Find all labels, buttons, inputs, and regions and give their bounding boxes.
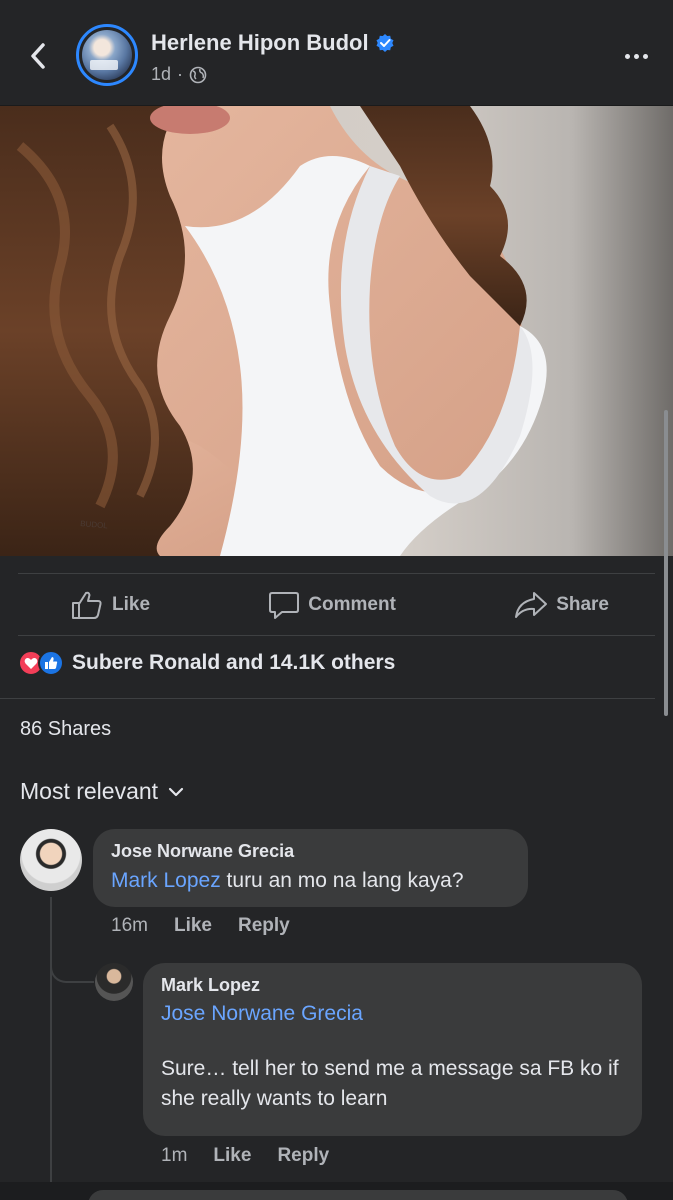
page-name-row[interactable]: Herlene Hipon Budol xyxy=(151,30,395,56)
more-options-button[interactable] xyxy=(620,40,652,72)
page-avatar[interactable] xyxy=(76,24,138,86)
comment-time[interactable]: 16m xyxy=(111,915,148,937)
reply-bubble[interactable]: Mark Lopez Jose Norwane Grecia Sure… tel… xyxy=(143,963,642,1136)
page-name[interactable]: Herlene Hipon Budol xyxy=(151,30,369,56)
share-arrow-icon xyxy=(515,591,548,618)
divider xyxy=(0,698,655,699)
back-button[interactable] xyxy=(22,36,54,76)
comment-meta: 16m Like Reply xyxy=(111,915,290,937)
sort-label: Most relevant xyxy=(20,778,159,804)
comment-label: Comment xyxy=(308,593,396,615)
reactions-text: Subere Ronald and 14.1K others xyxy=(72,651,396,674)
meta-separator: · xyxy=(177,64,184,84)
post-meta: 1d · xyxy=(151,64,207,85)
reply-author[interactable]: Mark Lopez xyxy=(161,975,624,996)
comment-button[interactable]: Comment xyxy=(268,590,396,620)
reply-mention[interactable]: Jose Norwane Grecia xyxy=(161,1002,363,1025)
reply-reply-button[interactable]: Reply xyxy=(277,1145,329,1167)
comment-bubble[interactable]: Jose Norwane Grecia Mark Lopez turu an m… xyxy=(93,829,528,907)
post-time[interactable]: 1d xyxy=(151,64,171,85)
reaction-icons xyxy=(18,650,64,676)
comment-reply-button[interactable]: Reply xyxy=(238,915,290,937)
more-dot xyxy=(642,53,648,59)
thread-connector xyxy=(50,945,94,983)
like-button[interactable]: Like xyxy=(70,589,150,621)
more-dot xyxy=(633,53,639,59)
reply-text: Sure… tell her to send me a message sa F… xyxy=(161,1057,619,1111)
share-button[interactable]: Share xyxy=(514,590,609,620)
share-label: Share xyxy=(556,593,609,615)
scrollbar[interactable] xyxy=(664,410,668,716)
reply-time[interactable]: 1m xyxy=(161,1145,187,1167)
post-action-bar: Like Comment Share xyxy=(18,573,655,636)
page-avatar-image xyxy=(82,30,132,80)
comment-text: Mark Lopez turu an mo na lang kaya? xyxy=(111,866,510,896)
shares-count[interactable]: 86 Shares xyxy=(20,718,111,741)
comment-sort-dropdown[interactable]: Most relevant xyxy=(20,778,184,805)
post-view: Herlene Hipon Budol 1d · BUDOL Like Comm… xyxy=(0,0,673,1200)
commenter-avatar[interactable] xyxy=(20,829,82,891)
like-label: Like xyxy=(112,593,151,615)
reactions-summary[interactable]: Subere Ronald and 14.1K others xyxy=(18,650,395,676)
globe-icon xyxy=(189,66,207,83)
chevron-down-icon xyxy=(168,787,184,796)
reply-avatar[interactable] xyxy=(95,963,133,1001)
comment-icon xyxy=(269,591,300,619)
thumbs-up-icon xyxy=(72,591,102,619)
comment-input[interactable] xyxy=(88,1190,628,1200)
like-reaction-icon xyxy=(38,650,64,676)
chevron-left-icon xyxy=(31,43,45,69)
more-dot xyxy=(624,53,630,59)
comment-mention[interactable]: Mark Lopez xyxy=(111,869,221,892)
post-header: Herlene Hipon Budol 1d · xyxy=(0,0,673,106)
thread-line xyxy=(50,897,52,1185)
comment-like-button[interactable]: Like xyxy=(174,915,212,937)
verified-badge-icon xyxy=(376,34,394,52)
reply-meta: 1m Like Reply xyxy=(161,1145,329,1167)
post-photo-illustration: BUDOL xyxy=(0,106,673,556)
comment-author[interactable]: Jose Norwane Grecia xyxy=(111,841,510,862)
post-photo[interactable]: BUDOL xyxy=(0,106,673,556)
comment-body: turu an mo na lang kaya? xyxy=(220,869,464,892)
reply-like-button[interactable]: Like xyxy=(213,1145,251,1167)
reply-mention-line: Jose Norwane Grecia xyxy=(161,1002,624,1026)
